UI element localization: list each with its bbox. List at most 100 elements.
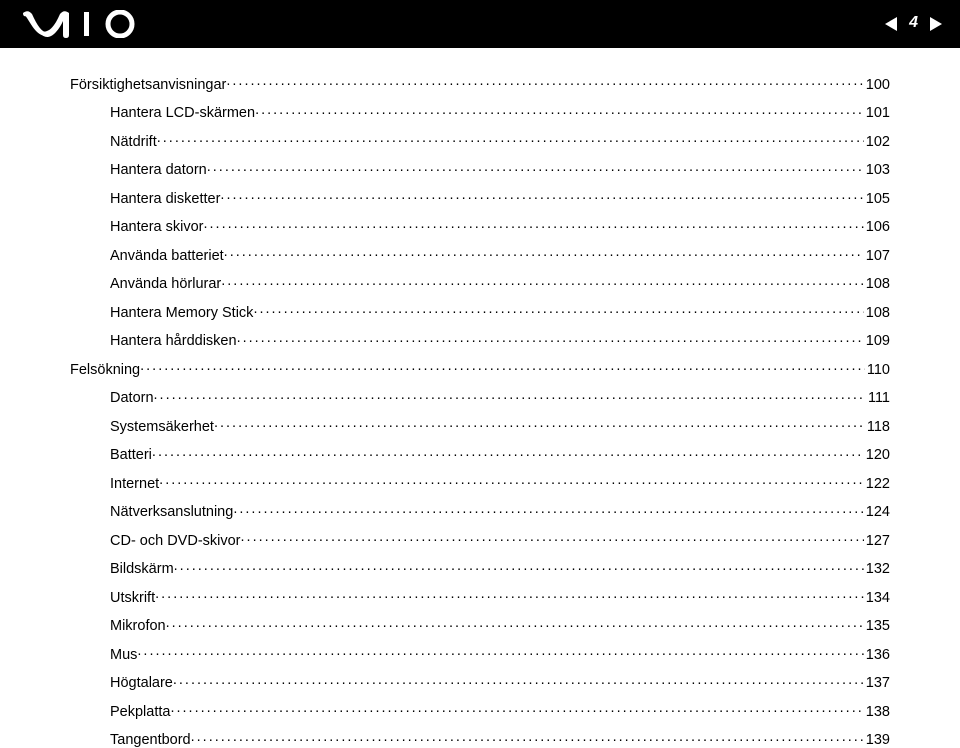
toc-entry[interactable]: Nätdrift 102 <box>70 131 890 149</box>
dot-leader <box>157 131 864 146</box>
toc-page: 107 <box>864 249 890 264</box>
dot-leader <box>253 302 863 317</box>
toc-title: Försiktighetsanvisningar <box>70 78 226 93</box>
toc-page: 102 <box>864 135 890 150</box>
toc-entry[interactable]: Hantera disketter 105 <box>70 188 890 206</box>
dot-leader <box>221 274 864 289</box>
toc-title: Hantera skivor <box>110 220 203 235</box>
toc-title: Internet <box>110 477 159 492</box>
toc-title: Hantera Memory Stick <box>110 306 253 321</box>
toc-page: 111 <box>866 391 890 406</box>
prev-page-arrow-icon[interactable] <box>885 17 897 31</box>
toc-page: 108 <box>864 277 890 292</box>
toc-title: Nätdrift <box>110 135 157 150</box>
toc-page: 110 <box>865 363 890 378</box>
toc-title: CD- och DVD-skivor <box>110 534 241 549</box>
dot-leader <box>255 103 864 118</box>
dot-leader <box>203 217 863 232</box>
toc-entry[interactable]: Hantera Memory Stick 108 <box>70 302 890 320</box>
toc-page: 136 <box>864 648 890 663</box>
toc-title: Tangentbord <box>110 733 191 748</box>
toc-page: 139 <box>864 733 890 748</box>
toc-entry[interactable]: Utskrift 134 <box>70 587 890 605</box>
toc-entry[interactable]: Pekplatta 138 <box>70 701 890 719</box>
toc-title: Använda batteriet <box>110 249 224 264</box>
toc-page: 109 <box>864 334 890 349</box>
toc-entry[interactable]: Hantera datorn 103 <box>70 160 890 178</box>
toc-title: Använda hörlurar <box>110 277 221 292</box>
toc-entry[interactable]: Mikrofon 135 <box>70 616 890 634</box>
toc-page: 122 <box>864 477 890 492</box>
toc-entry[interactable]: Bildskärm 132 <box>70 559 890 577</box>
toc-page: 101 <box>864 106 890 121</box>
next-page-arrow-icon[interactable] <box>930 17 942 31</box>
dot-leader <box>224 245 864 260</box>
toc-title: Datorn <box>110 391 154 406</box>
toc-entry[interactable]: Tangentbord 139 <box>70 730 890 748</box>
toc-title: Mus <box>110 648 137 663</box>
toc-title: Systemsäkerhet <box>110 420 214 435</box>
toc-page: 137 <box>864 676 890 691</box>
toc-entry[interactable]: Försiktighetsanvisningar 100 <box>70 74 890 92</box>
toc-entry[interactable]: Internet 122 <box>70 473 890 491</box>
toc-entry[interactable]: Använda hörlurar 108 <box>70 274 890 292</box>
dot-leader <box>237 331 864 346</box>
toc-title: Bildskärm <box>110 562 174 577</box>
vaio-logo <box>22 10 152 38</box>
dot-leader <box>214 416 865 431</box>
dot-leader <box>207 160 864 175</box>
toc-title: Högtalare <box>110 676 173 691</box>
toc-entry[interactable]: Använda batteriet 107 <box>70 245 890 263</box>
toc-page: 132 <box>864 562 890 577</box>
toc-title: Hantera disketter <box>110 192 220 207</box>
toc-page: 103 <box>864 163 890 178</box>
dot-leader <box>170 701 863 716</box>
dot-leader <box>152 445 864 460</box>
toc-entry[interactable]: Systemsäkerhet 118 <box>70 416 890 434</box>
dot-leader <box>140 359 865 374</box>
toc-page: 108 <box>864 306 890 321</box>
dot-leader <box>166 616 864 631</box>
toc-title: Mikrofon <box>110 619 166 634</box>
dot-leader <box>154 388 866 403</box>
toc-title: Felsökning <box>70 363 140 378</box>
toc-page: 138 <box>864 705 890 720</box>
toc-entry[interactable]: CD- och DVD-skivor 127 <box>70 530 890 548</box>
toc-page: 127 <box>864 534 890 549</box>
toc-title: Pekplatta <box>110 705 170 720</box>
toc-page: 134 <box>864 591 890 606</box>
toc-title: Batteri <box>110 448 152 463</box>
dot-leader <box>173 673 864 688</box>
toc-page: 106 <box>864 220 890 235</box>
toc-title: Hantera hårddisken <box>110 334 237 349</box>
dot-leader <box>220 188 863 203</box>
toc-page: 105 <box>864 192 890 207</box>
toc-page: 135 <box>864 619 890 634</box>
toc-page: 124 <box>864 505 890 520</box>
dot-leader <box>155 587 864 602</box>
toc-title: Nätverksanslutning <box>110 505 233 520</box>
page-nav: 4 <box>885 14 942 34</box>
toc-entry[interactable]: Hantera skivor 106 <box>70 217 890 235</box>
toc-page: 100 <box>864 78 890 93</box>
dot-leader <box>137 644 863 659</box>
dot-leader <box>159 473 864 488</box>
toc-entry[interactable]: Felsökning 110 <box>70 359 890 377</box>
dot-leader <box>241 530 864 545</box>
toc-entry[interactable]: Hantera LCD-skärmen 101 <box>70 103 890 121</box>
toc-entry[interactable]: Hantera hårddisken 109 <box>70 331 890 349</box>
toc-title: Utskrift <box>110 591 155 606</box>
page-number: 4 <box>907 14 920 34</box>
toc-title: Hantera datorn <box>110 163 207 178</box>
toc-entry[interactable]: Nätverksanslutning 124 <box>70 502 890 520</box>
toc-entry[interactable]: Datorn 111 <box>70 388 890 406</box>
toc-entry[interactable]: Mus 136 <box>70 644 890 662</box>
toc-page: 118 <box>865 420 890 435</box>
toc-entry[interactable]: Högtalare 137 <box>70 673 890 691</box>
toc-page: 120 <box>864 448 890 463</box>
dot-leader <box>226 74 863 89</box>
dot-leader <box>233 502 863 517</box>
toc-content: Försiktighetsanvisningar 100 Hantera LCD-s… <box>0 48 960 748</box>
toc-entry[interactable]: Batteri 120 <box>70 445 890 463</box>
toc-title: Hantera LCD-skärmen <box>110 106 255 121</box>
